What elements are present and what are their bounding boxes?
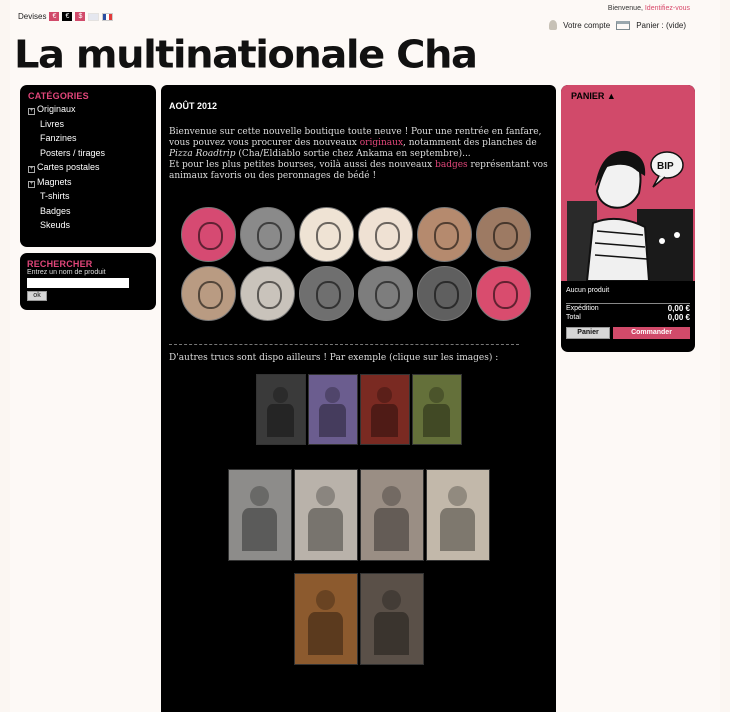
checkout-button[interactable]: Commander [613, 327, 690, 339]
cart-box: PANIER ▲ BIP Aucun produit Expédition 0,… [561, 85, 695, 352]
badge-image[interactable] [240, 207, 295, 262]
badge-image[interactable] [476, 266, 531, 321]
currency-euro-2[interactable]: € [62, 12, 73, 21]
tshirt-photo[interactable] [293, 573, 358, 665]
total-label: Total [566, 314, 581, 321]
originaux-link[interactable]: originaux [360, 138, 403, 148]
main-content: AOÛT 2012 Bienvenue sur cette nouvelle b… [161, 85, 556, 712]
tshirt-gallery-2 [169, 573, 548, 665]
welcome-label: Bienvenue, [607, 5, 643, 12]
search-input[interactable] [27, 278, 129, 288]
shipping-row: Expédition 0,00 € [566, 304, 690, 313]
badge-image[interactable] [358, 266, 413, 321]
tshirt-photo[interactable] [359, 469, 424, 561]
badges-link[interactable]: badges [435, 160, 468, 170]
tshirt-photo[interactable] [425, 469, 490, 561]
currency-dollar[interactable]: $ [75, 12, 86, 21]
badge-image[interactable] [417, 207, 472, 262]
cart-title[interactable]: PANIER ▲ [571, 91, 685, 101]
cart-body: Aucun produit Expédition 0,00 € Total 0,… [561, 281, 695, 343]
tshirt-gallery [169, 469, 548, 561]
cart-empty-text: Aucun produit [566, 287, 610, 294]
cashier-illustration: BIP [567, 150, 693, 281]
speech-bubble-text: BIP [657, 161, 674, 172]
categories-title: CATÉGORIES [28, 91, 89, 101]
badge-image[interactable] [476, 207, 531, 262]
search-hint: Entrez un nom de produit [27, 269, 106, 276]
flag-en-icon[interactable] [88, 12, 100, 21]
more-text: D'autres trucs sont dispo ailleurs ! Par… [169, 353, 499, 363]
tshirt-photo[interactable] [359, 573, 424, 665]
shipping-label: Expédition [566, 305, 599, 312]
category-item-fanzines[interactable]: Fanzines [28, 131, 148, 146]
category-item-originaux[interactable]: + Originaux [28, 102, 148, 117]
badge-grid [181, 207, 548, 321]
book-cover-image[interactable] [411, 374, 462, 445]
expand-icon[interactable]: + [28, 108, 35, 115]
book-gallery [169, 374, 548, 445]
badge-image[interactable] [299, 207, 354, 262]
category-item-tshirts[interactable]: T-shirts [28, 189, 148, 204]
categories-box: CATÉGORIES + Originaux Livres Fanzines Po… [20, 85, 156, 247]
search-title: RECHERCHER [27, 259, 93, 269]
search-ok-button[interactable]: ok [27, 291, 47, 301]
news-date: AOÛT 2012 [169, 101, 218, 111]
total-value: 0,00 € [667, 313, 690, 322]
chevron-up-icon[interactable]: ▲ [607, 91, 616, 101]
categories-list: + Originaux Livres Fanzines Posters / tir… [28, 102, 148, 233]
badge-image[interactable] [299, 266, 354, 321]
badge-image[interactable] [358, 207, 413, 262]
category-item-posters[interactable]: Posters / tirages [28, 146, 148, 161]
category-item-livres[interactable]: Livres [28, 117, 148, 132]
cart-link[interactable]: Panier : (vide) [636, 21, 686, 30]
user-icon [549, 20, 558, 30]
category-item-cartes-postales[interactable]: + Cartes postales [28, 160, 148, 175]
book-cover-image[interactable] [359, 374, 410, 445]
badge-image[interactable] [181, 207, 236, 262]
devises-label: Devises [18, 12, 47, 21]
category-item-magnets[interactable]: + Magnets [28, 175, 148, 190]
badge-image[interactable] [181, 266, 236, 321]
shipping-value: 0,00 € [667, 304, 690, 313]
category-item-badges[interactable]: Badges [28, 204, 148, 219]
flag-fr-icon[interactable] [102, 12, 114, 21]
tshirt-photo[interactable] [227, 469, 292, 561]
welcome-text: Bienvenue, Identifiez-vous [608, 5, 690, 12]
book-cover-image[interactable] [307, 374, 358, 445]
view-cart-button[interactable]: Panier [566, 327, 610, 339]
category-item-skeuds[interactable]: Skeuds [28, 218, 148, 233]
tshirt-photo[interactable] [293, 469, 358, 561]
expand-icon[interactable]: + [28, 166, 35, 173]
site-logo[interactable]: La multinationale Cha [14, 33, 478, 77]
badge-image[interactable] [417, 266, 472, 321]
currency-euro-1[interactable]: € [49, 12, 60, 21]
account-bar: Votre compte Panier : (vide) [549, 20, 686, 30]
expand-icon[interactable]: + [28, 180, 35, 188]
currency-selector: Devises € € $ [18, 12, 114, 21]
login-link[interactable]: Identifiez-vous [645, 5, 690, 12]
badge-image[interactable] [240, 266, 295, 321]
book-cover-image[interactable] [255, 374, 306, 445]
cart-buttons: Panier Commander [566, 327, 690, 339]
intro-text: Bienvenue sur cette nouvelle boutique to… [169, 127, 548, 181]
cart-header: PANIER ▲ BIP [561, 85, 695, 281]
search-box: RECHERCHER Entrez un nom de produit ok [20, 253, 156, 310]
total-row: Total 0,00 € [566, 313, 690, 322]
cart-icon [616, 20, 631, 30]
divider [169, 344, 519, 345]
account-link[interactable]: Votre compte [563, 21, 610, 30]
